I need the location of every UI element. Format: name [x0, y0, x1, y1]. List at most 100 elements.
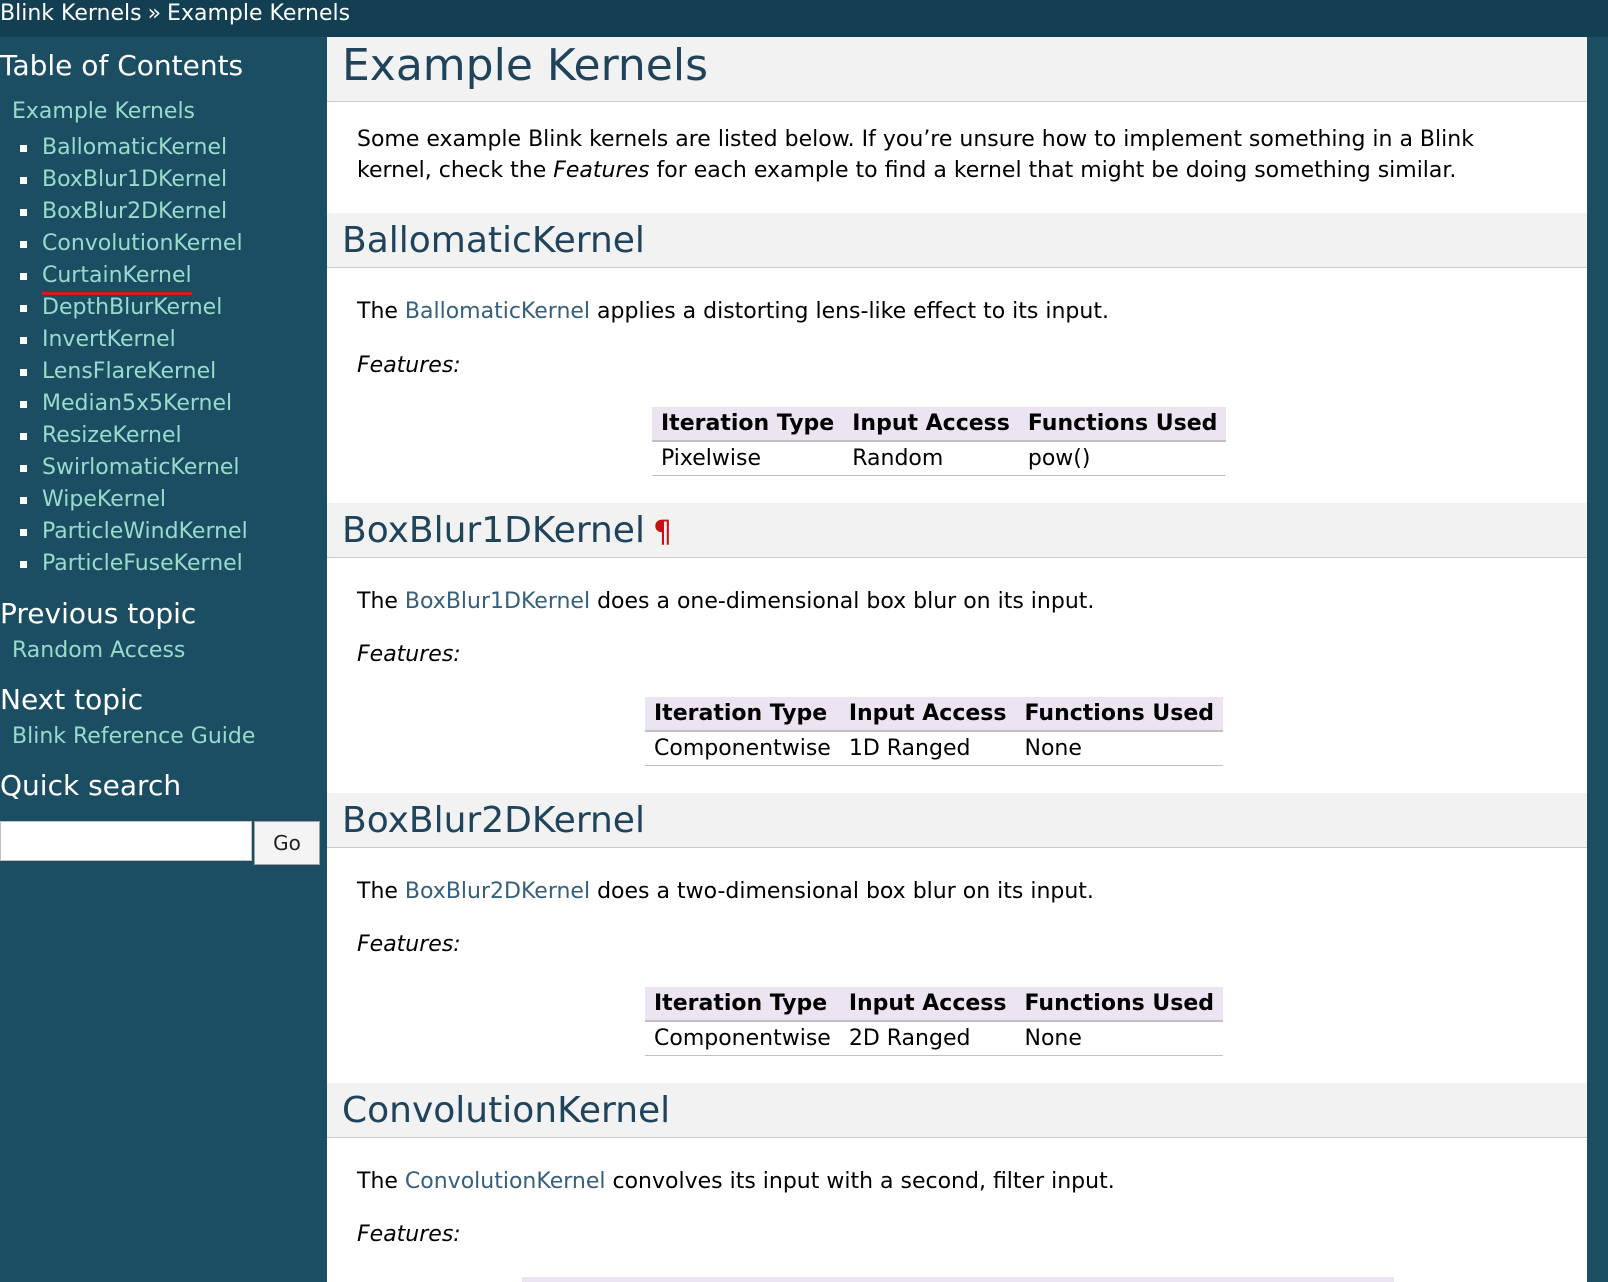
bullet-icon [20, 497, 27, 504]
table-header-row: Iteration Type Input Access Functions Us… [652, 407, 1227, 442]
features-table: Iteration Type Input Access Functions Us… [645, 987, 1223, 1056]
table-row: Pixelwise Random pow() [652, 441, 1227, 476]
description-text: does a two-dimensional box blur on its i… [590, 879, 1094, 904]
description-text: The [357, 1169, 405, 1194]
section-header-convolution: ConvolutionKernel [327, 1083, 1587, 1138]
bullet-icon [20, 273, 27, 280]
column-header: Functions Used [1015, 697, 1223, 732]
column-header: Iteration Type [652, 407, 844, 442]
breadcrumb: Blink Kernels» Example Kernels [0, 0, 1608, 37]
page-scrollbar[interactable] [1587, 37, 1608, 1282]
toc-link-ballomatic[interactable]: BallomaticKernel [42, 133, 227, 163]
search-go-button[interactable]: Go [254, 821, 320, 865]
table-cell: 2D Ranged [839, 1021, 1016, 1056]
toc-link-curtain[interactable]: CurtainKernel [42, 261, 192, 295]
description-text: The [357, 589, 405, 614]
sidebar: Table of Contents Example Kernels Ballom… [0, 37, 327, 1282]
column-header: Functions Used [1018, 407, 1227, 442]
column-header: Input Access [843, 407, 1019, 442]
section-title: BoxBlur2DKernel [342, 800, 645, 841]
intro-text: kernel, check the [357, 158, 554, 183]
toc-link-depthblur[interactable]: DepthBlurKernel [42, 293, 222, 323]
table-cell: Random [843, 441, 1019, 476]
breadcrumb-separator: » [147, 1, 162, 26]
table-cell: Componentwise [645, 1021, 840, 1056]
table-cell: 1D Ranged [839, 731, 1016, 766]
toc-link-boxblur1d[interactable]: BoxBlur1DKernel [42, 165, 227, 195]
section-description: The BoxBlur2DKernel does a two-dimension… [357, 876, 1094, 907]
toc-link-resize[interactable]: ResizeKernel [42, 421, 182, 451]
section-title-text: BoxBlur1DKernel [342, 510, 645, 551]
table-row: Componentwise 1D Ranged None [645, 731, 1223, 766]
kernel-link-boxblur1d[interactable]: BoxBlur1DKernel [405, 589, 590, 614]
kernel-link-boxblur2d[interactable]: BoxBlur2DKernel [405, 879, 590, 904]
bullet-icon [20, 305, 27, 312]
toc-link-convolution[interactable]: ConvolutionKernel [42, 229, 243, 259]
previous-topic-title: Previous topic [0, 597, 197, 630]
bullet-icon [20, 369, 27, 376]
kernel-link-ballomatic[interactable]: BallomaticKernel [405, 299, 590, 324]
table-header-row: Iteration Type Input Access Functions Us… [645, 697, 1223, 732]
section-title: ConvolutionKernel [342, 1090, 670, 1131]
intro-text: for each example to find a kernel that m… [649, 158, 1457, 183]
features-table-edge [522, 1277, 1394, 1282]
search-input[interactable] [0, 821, 252, 861]
toc-root-link[interactable]: Example Kernels [12, 99, 195, 124]
column-header: Input Access [839, 987, 1016, 1022]
description-text: convolves its input with a second, filte… [605, 1169, 1115, 1194]
bullet-icon [20, 401, 27, 408]
table-cell: Componentwise [645, 731, 840, 766]
features-label: Features: [357, 1222, 461, 1247]
section-title: BoxBlur1DKernel ¶ [342, 510, 672, 551]
toc-link-wipe[interactable]: WipeKernel [42, 485, 166, 515]
section-header-boxblur2d: BoxBlur2DKernel [327, 793, 1587, 848]
bullet-icon [20, 177, 27, 184]
bullet-icon [20, 433, 27, 440]
features-table: Iteration Type Input Access Functions Us… [645, 697, 1223, 766]
section-header-ballomatic: BallomaticKernel [327, 213, 1587, 268]
description-text: does a one-dimensional box blur on its i… [590, 589, 1095, 614]
toc-link-lensflare[interactable]: LensFlareKernel [42, 357, 216, 387]
intro-line-1: Some example Blink kernels are listed be… [357, 127, 1474, 152]
permalink-icon[interactable]: ¶ [653, 515, 672, 550]
toc-link-invert[interactable]: InvertKernel [42, 325, 176, 355]
features-table: Iteration Type Input Access Functions Us… [652, 407, 1227, 476]
features-label: Features: [357, 642, 461, 667]
breadcrumb-root-link[interactable]: Blink Kernels [0, 1, 142, 26]
bullet-icon [20, 145, 27, 152]
table-row: Componentwise 2D Ranged None [645, 1021, 1223, 1056]
column-header: Iteration Type [645, 697, 840, 732]
features-label: Features: [357, 932, 461, 957]
toc-link-particlewind[interactable]: ParticleWindKernel [42, 517, 248, 547]
next-topic-title: Next topic [0, 683, 144, 716]
toc-link-median5x5[interactable]: Median5x5Kernel [42, 389, 232, 419]
features-label: Features: [357, 353, 461, 378]
intro-emphasis: Features [553, 158, 650, 183]
section-title-text: BallomaticKernel [342, 220, 645, 261]
bullet-icon [20, 209, 27, 216]
next-topic-link[interactable]: Blink Reference Guide [12, 724, 255, 749]
toc-link-swirlomatic[interactable]: SwirlomaticKernel [42, 453, 240, 483]
bullet-icon [20, 561, 27, 568]
toc-title: Table of Contents [0, 49, 244, 82]
description-text: applies a distorting lens-like effect to… [590, 299, 1109, 324]
bullet-icon [20, 337, 27, 344]
bullet-icon [20, 241, 27, 248]
section-description: The BallomaticKernel applies a distortin… [357, 296, 1109, 327]
breadcrumb-current: Example Kernels [167, 1, 351, 26]
section-title: BallomaticKernel [342, 220, 645, 261]
table-cell: None [1015, 1021, 1223, 1056]
table-cell: None [1015, 731, 1223, 766]
intro-line-2: kernel, check the Features for each exam… [357, 155, 1456, 186]
bullet-icon [20, 465, 27, 472]
previous-topic-link[interactable]: Random Access [12, 638, 185, 663]
kernel-link-convolution[interactable]: ConvolutionKernel [405, 1169, 606, 1194]
table-cell: Pixelwise [652, 441, 844, 476]
table-cell: pow() [1018, 441, 1227, 476]
page-title-bar: Example Kernels [327, 37, 1587, 102]
section-description: The ConvolutionKernel convolves its inpu… [357, 1166, 1115, 1197]
toc-link-particlefuse[interactable]: ParticleFuseKernel [42, 549, 243, 579]
description-text: The [357, 299, 405, 324]
toc-link-boxblur2d[interactable]: BoxBlur2DKernel [42, 197, 227, 227]
section-title-text: ConvolutionKernel [342, 1090, 671, 1131]
